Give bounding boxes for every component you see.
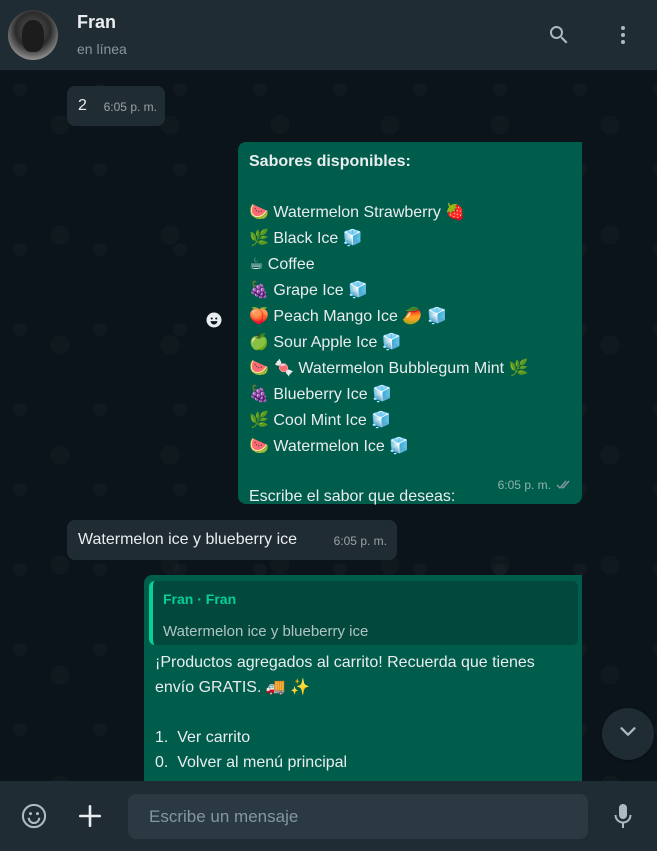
menu-option: 1. Ver carrito <box>155 729 251 746</box>
flavor-item: 🍇 Grape Ice 🧊 <box>249 280 369 299</box>
quoted-message[interactable]: Fran · Fran Watermelon ice y blueberry i… <box>149 581 578 645</box>
composer-bar <box>0 781 657 851</box>
message-time: 6:05 p. m. <box>498 473 572 498</box>
message-time: 6:05 p. m. <box>333 534 387 548</box>
message-incoming[interactable]: Watermelon ice y blueberry ice 6:05 p. m… <box>67 520 397 560</box>
flavor-item: ☕ Coffee <box>249 254 315 273</box>
message-outgoing-reply[interactable]: Fran · Fran Watermelon ice y blueberry i… <box>144 575 582 781</box>
flavor-item: 🍉 Watermelon Ice 🧊 <box>249 436 410 455</box>
plus-icon[interactable] <box>70 796 110 836</box>
quote-text: Watermelon ice y blueberry ice <box>163 623 369 640</box>
search-icon[interactable] <box>539 15 579 55</box>
flavor-item: 🍇 Blueberry Ice 🧊 <box>249 384 393 403</box>
contact-status: en línea <box>77 40 127 57</box>
flavor-item: 🍉 Watermelon Strawberry 🍓 <box>249 202 466 221</box>
header-actions <box>539 0 643 70</box>
avatar[interactable] <box>8 10 58 60</box>
more-vertical-icon[interactable] <box>603 15 643 55</box>
contact-info[interactable]: Fran en línea <box>77 11 127 57</box>
flavor-item: 🌿 Cool Mint Ice 🧊 <box>249 410 392 429</box>
read-ticks-icon <box>556 473 572 498</box>
flavor-item: 🌿 Black Ice 🧊 <box>249 228 363 247</box>
menu-option: 0. Volver al menú principal <box>155 754 348 771</box>
flavor-item: 🍑 Peach Mango Ice 🥭 🧊 <box>249 306 448 325</box>
chat-header: Fran en línea <box>0 0 657 70</box>
microphone-icon[interactable] <box>603 796 643 836</box>
emoji-icon[interactable] <box>14 796 54 836</box>
message-input[interactable] <box>128 794 588 839</box>
chevron-down-icon <box>617 721 639 748</box>
message-line: ¡Productos agregados al carrito! Recuerd… <box>155 654 535 671</box>
message-line: envío GRATIS. 🚚 ✨ <box>155 679 311 696</box>
message-time: 6:05 p. m. <box>103 100 157 114</box>
message-text: 2 <box>78 97 87 114</box>
message-outgoing-flavors[interactable]: Sabores disponibles: 🍉 Watermelon Strawb… <box>238 142 582 505</box>
smiley-icon[interactable] <box>200 306 228 334</box>
message-incoming[interactable]: 2 6:05 p. m. <box>67 86 165 126</box>
flavor-item: 🍉 🍬 Watermelon Bubblegum Mint 🌿 <box>249 358 529 377</box>
quote-author: Fran · Fran <box>163 591 237 607</box>
scroll-down-button[interactable] <box>602 708 654 760</box>
flavors-title: Sabores disponibles: <box>249 153 411 170</box>
contact-name: Fran <box>77 11 117 32</box>
flavor-item: 🍏 Sour Apple Ice 🧊 <box>249 332 402 351</box>
message-text: Watermelon ice y blueberry ice <box>78 531 298 548</box>
message-list[interactable]: 2 6:05 p. m. Sabores disponibles: 🍉 Wate… <box>0 70 657 781</box>
